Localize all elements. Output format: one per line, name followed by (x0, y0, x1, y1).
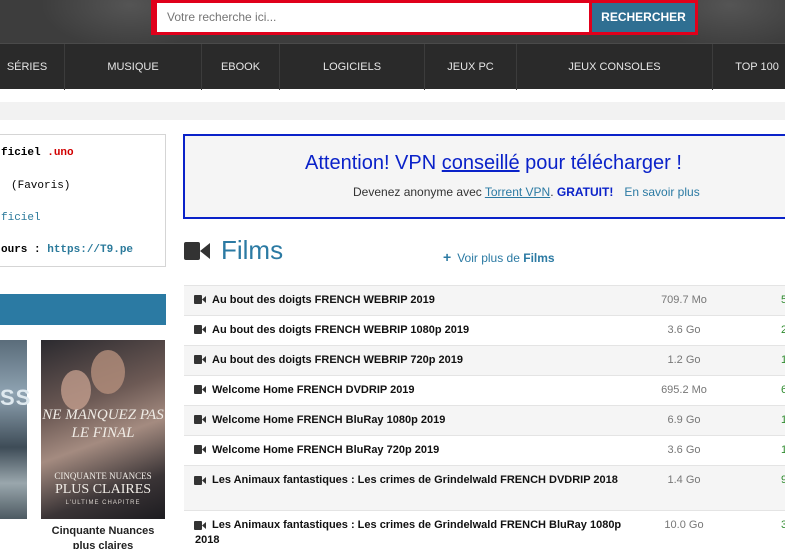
torrent-seeders: 3 (781, 519, 785, 531)
torrent-title[interactable]: Welcome Home FRENCH BluRay 720p 2019 (212, 444, 439, 456)
poster-caption[interactable]: Cinquante Nuances plus claires (41, 524, 165, 549)
see-more-category: Films (523, 251, 555, 265)
nav-item-jeux-consoles[interactable]: JEUX CONSOLES (517, 44, 713, 90)
official-domain: .uno (47, 147, 74, 159)
backup-line: ours : https://T9.pe (1, 244, 133, 256)
search-form: RECHERCHER (151, 0, 698, 35)
torrent-vpn-link[interactable]: Torrent VPN (485, 185, 550, 199)
table-row[interactable]: Welcome Home FRENCH BluRay 720p 2019 3.6… (184, 435, 785, 465)
torrent-title[interactable]: Au bout des doigts FRENCH WEBRIP 1080p 2… (212, 324, 469, 336)
table-row[interactable]: Au bout des doigts FRENCH WEBRIP 720p 20… (184, 345, 785, 375)
torrent-size: 1.4 Go (667, 474, 701, 486)
vpn-sub-separator: . (550, 185, 557, 199)
sidebar-section-header (0, 294, 166, 325)
nav-item-logiciels[interactable]: LOGICIELS (280, 44, 425, 90)
torrent-seeders: 6 (781, 384, 785, 396)
poster-title: SS (0, 385, 32, 410)
favorites-text: (Favoris) (11, 180, 71, 192)
backup-label: ours : (1, 244, 48, 256)
video-icon (194, 415, 206, 424)
main-nav: SÉRIES MUSIQUE EBOOK LOGICIELS JEUX PC J… (0, 43, 785, 90)
poster-figure (61, 370, 91, 410)
table-row[interactable]: Les Animaux fantastiques : Les crimes de… (184, 465, 785, 510)
vpn-learn-more-link[interactable]: En savoir plus (624, 185, 699, 199)
torrent-title[interactable]: Welcome Home FRENCH BluRay 1080p 2019 (212, 414, 445, 426)
search-input[interactable] (157, 3, 589, 32)
vpn-title-text: Attention! VPN (305, 152, 442, 174)
poster-title-top: CINQUANTE NUANCES (54, 471, 152, 481)
torrent-size: 10.0 Go (664, 519, 704, 531)
poster-figure (91, 350, 125, 394)
table-row[interactable]: Welcome Home FRENCH BluRay 1080p 2019 6.… (184, 405, 785, 435)
video-icon (194, 445, 206, 454)
section-title: Films (221, 235, 284, 265)
nav-item-series[interactable]: SÉRIES (0, 44, 65, 90)
see-more-text: Voir plus de (457, 251, 524, 265)
video-icon (194, 385, 206, 394)
vpn-sub-text: Devenez anonyme avec (353, 185, 485, 199)
official-link[interactable]: ficiel (1, 212, 41, 224)
table-row[interactable]: Les Animaux fantastiques : Les crimes de… (184, 510, 785, 549)
backup-link[interactable]: https://T9.pe (47, 244, 133, 256)
table-row[interactable]: Au bout des doigts FRENCH WEBRIP 2019 70… (184, 285, 785, 315)
vpn-subtitle: Devenez anonyme avec Torrent VPN. GRATUI… (353, 185, 700, 199)
nav-item-jeux-pc[interactable]: JEUX PC (425, 44, 517, 90)
nav-item-musique[interactable]: MUSIQUE (65, 44, 202, 90)
official-site-info: ficiel .uno (Favoris) ficiel ours : http… (0, 134, 166, 267)
nav-item-top-100[interactable]: TOP 100 (713, 44, 785, 90)
vpn-title-link[interactable]: conseillé (442, 152, 520, 174)
video-icon (194, 355, 206, 364)
poster-tagline: NE MANQUEZ PAS LE FINAL (42, 407, 164, 441)
torrent-title[interactable]: Welcome Home FRENCH DVDRIP 2019 (212, 384, 415, 396)
video-camera-icon (184, 242, 210, 260)
torrent-size: 695.2 Mo (661, 384, 707, 396)
plus-icon: + (443, 249, 452, 265)
official-label: ficiel (1, 147, 41, 159)
see-more-films-link[interactable]: + Voir plus de Films (443, 249, 555, 265)
nav-item-ebook[interactable]: EBOOK (202, 44, 280, 90)
movie-poster[interactable]: SS (0, 340, 30, 519)
torrent-seeders: 2 (781, 324, 785, 336)
vpn-notice: Attention! VPN conseillé pour télécharge… (183, 134, 785, 219)
vpn-title-text-end: pour télécharger ! (519, 152, 682, 174)
search-button[interactable]: RECHERCHER (592, 3, 695, 32)
movie-poster-cinquante-nuances[interactable]: NE MANQUEZ PAS LE FINAL CINQUANTE NUANCE… (41, 340, 165, 519)
torrent-seeders: 1 (781, 354, 785, 366)
video-icon (194, 325, 206, 334)
official-domain-line: ficiel .uno (1, 147, 74, 159)
torrent-seeders: 1 (781, 444, 785, 456)
torrent-title[interactable]: Les Animaux fantastiques : Les crimes de… (195, 473, 635, 488)
site-header: RECHERCHER (0, 0, 785, 43)
torrent-title[interactable]: Au bout des doigts FRENCH WEBRIP 2019 (212, 294, 435, 306)
poster-title-bottom: PLUS CLAIRES (54, 482, 152, 497)
poster-subtitle: L'ULTIME CHAPITRE (65, 500, 141, 506)
vpn-title: Attention! VPN conseillé pour télécharge… (185, 152, 775, 175)
video-icon (194, 295, 206, 304)
torrent-size: 3.6 Go (667, 324, 701, 336)
torrent-size: 3.6 Go (667, 444, 701, 456)
table-row[interactable]: Au bout des doigts FRENCH WEBRIP 1080p 2… (184, 315, 785, 345)
torrent-title[interactable]: Les Animaux fantastiques : Les crimes de… (195, 518, 635, 548)
vpn-free-label: GRATUIT! (556, 185, 614, 199)
torrent-size: 6.9 Go (667, 414, 701, 426)
table-row[interactable]: Welcome Home FRENCH DVDRIP 2019 695.2 Mo… (184, 375, 785, 405)
torrent-title[interactable]: Au bout des doigts FRENCH WEBRIP 720p 20… (212, 354, 463, 366)
torrent-size: 1.2 Go (667, 354, 701, 366)
torrent-seeders: 5 (781, 294, 785, 306)
torrent-seeders: 9 (781, 474, 785, 486)
torrent-size: 709.7 Mo (661, 294, 707, 306)
breadcrumb-strip (0, 102, 785, 120)
torrent-seeders: 1 (781, 414, 785, 426)
